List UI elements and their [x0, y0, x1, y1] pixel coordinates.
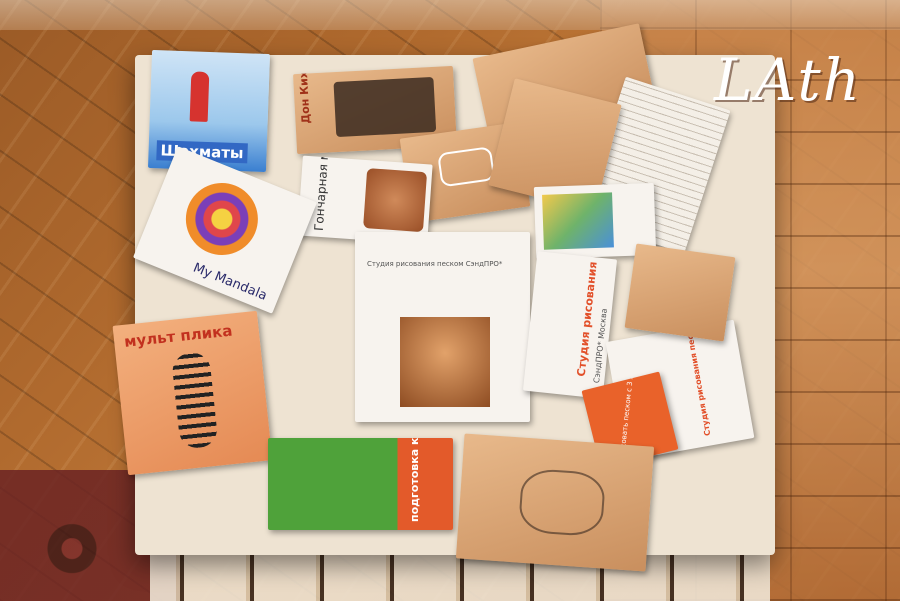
photo-scene: Шахматы Дон Кихот Гончарная мастерская M…: [0, 0, 900, 601]
flyer-sand-studio-main: Студия рисования песком СэндПРО*: [355, 232, 530, 422]
sand-art-illustration: [400, 317, 490, 407]
mandala-wheel-illustration: [175, 172, 269, 266]
flyer-chess: Шахматы: [147, 49, 271, 173]
flyer-multiplication: мульт плика: [112, 310, 273, 476]
flyer-preschool-title: подготовка к школе: [408, 438, 421, 522]
watermark-logo: LAth: [713, 46, 862, 114]
don-quixote-illustration: [333, 76, 437, 138]
flyer-don-quixote-title: Дон Кихот: [296, 65, 313, 124]
flyer-kraft-bottom: [455, 433, 655, 572]
flyer-children-photo: [624, 243, 736, 342]
flyer-multiplication-title: мульт плика: [123, 321, 234, 351]
chess-piece-illustration: [189, 71, 210, 122]
kraft-card-sketch: [437, 146, 496, 188]
wall-baseboard: [0, 0, 900, 30]
flyer-preschool: подготовка к школе: [268, 438, 453, 530]
kraft-bottom-sketch: [517, 467, 607, 538]
flyer-pottery-title: Гончарная мастерская: [311, 155, 336, 232]
flyer-sand-studio-vertical: Студия рисования песком СэндПРО* Москва: [522, 251, 618, 399]
flyer-sand-studio-title: Студия рисования песком СэндПРО*: [367, 260, 503, 268]
multiplication-figure-illustration: [170, 351, 219, 450]
children-art-image: [542, 192, 614, 250]
pottery-image: [363, 168, 428, 233]
